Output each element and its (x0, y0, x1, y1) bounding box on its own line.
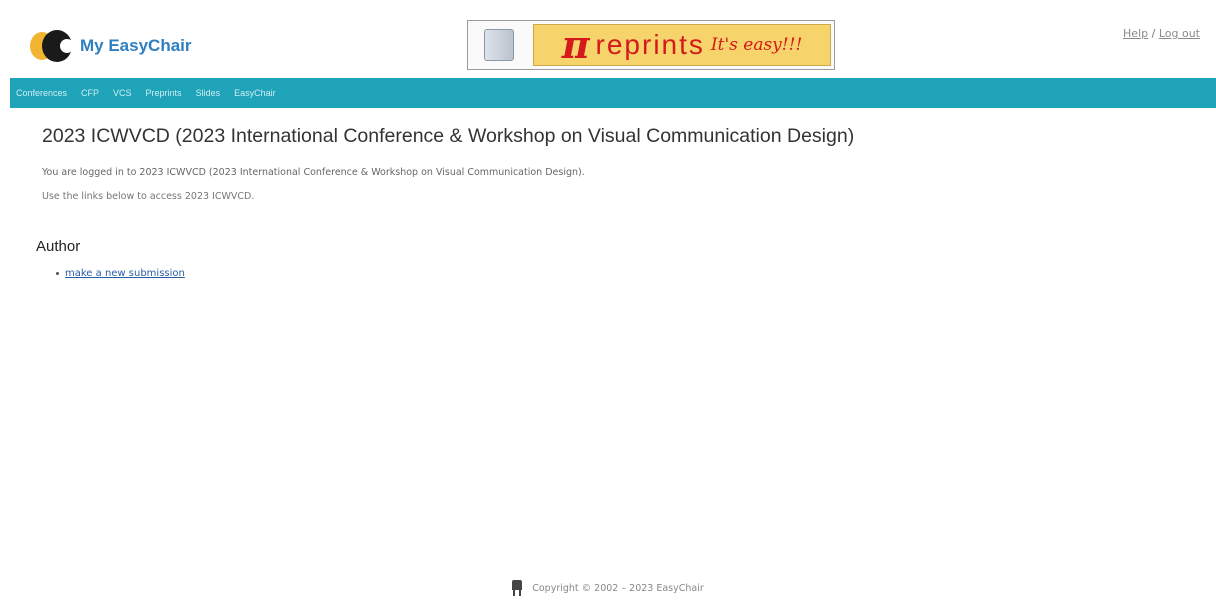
logo-text[interactable]: My EasyChair (80, 36, 192, 56)
page-title: 2023 ICWVCD (2023 International Conferen… (42, 125, 855, 147)
banner-document-icon (468, 21, 530, 69)
page: My EasyChair π reprints It's easy!!! Hel… (0, 0, 1216, 609)
easychair-logo-icon (30, 30, 74, 62)
nav-item-easychair[interactable]: EasyChair (234, 88, 276, 98)
author-heading: Author (36, 238, 81, 255)
list-item: make a new submission (56, 268, 185, 279)
instructions-text: Use the links below to access 2023 ICWVC… (42, 191, 255, 202)
footer: Copyright © 2002 – 2023 EasyChair (0, 580, 1216, 596)
nav-item-slides[interactable]: Slides (196, 88, 221, 98)
banner-ad-content[interactable]: π reprints It's easy!!! (533, 24, 831, 66)
top-links-separator: / (1151, 27, 1156, 40)
author-links-list: make a new submission (56, 268, 185, 279)
top-links: Help / Log out (1123, 27, 1200, 40)
easychair-logo[interactable]: My EasyChair (30, 30, 192, 62)
banner-pi-glyph: π (561, 22, 590, 67)
preprints-banner-ad[interactable]: π reprints It's easy!!! (467, 20, 835, 70)
nav-item-vcs[interactable]: VCS (113, 88, 132, 98)
nav-item-cfp[interactable]: CFP (81, 88, 99, 98)
copyright-text: Copyright © 2002 – 2023 EasyChair (532, 582, 704, 594)
logout-link[interactable]: Log out (1159, 27, 1200, 40)
header: My EasyChair π reprints It's easy!!! Hel… (0, 0, 1216, 76)
logged-in-text: You are logged in to 2023 ICWVCD (2023 I… (42, 167, 585, 178)
main-navbar: Conferences CFP VCS Preprints Slides Eas… (10, 78, 1216, 108)
nav-item-preprints[interactable]: Preprints (146, 88, 182, 98)
banner-brand: reprints (595, 29, 705, 60)
bullet-icon (56, 272, 59, 275)
nav-item-conferences[interactable]: Conferences (16, 88, 67, 98)
help-link[interactable]: Help (1123, 27, 1148, 40)
banner-tagline: It's easy!!! (710, 35, 803, 55)
chair-icon (512, 580, 523, 596)
new-submission-link[interactable]: make a new submission (65, 268, 185, 279)
